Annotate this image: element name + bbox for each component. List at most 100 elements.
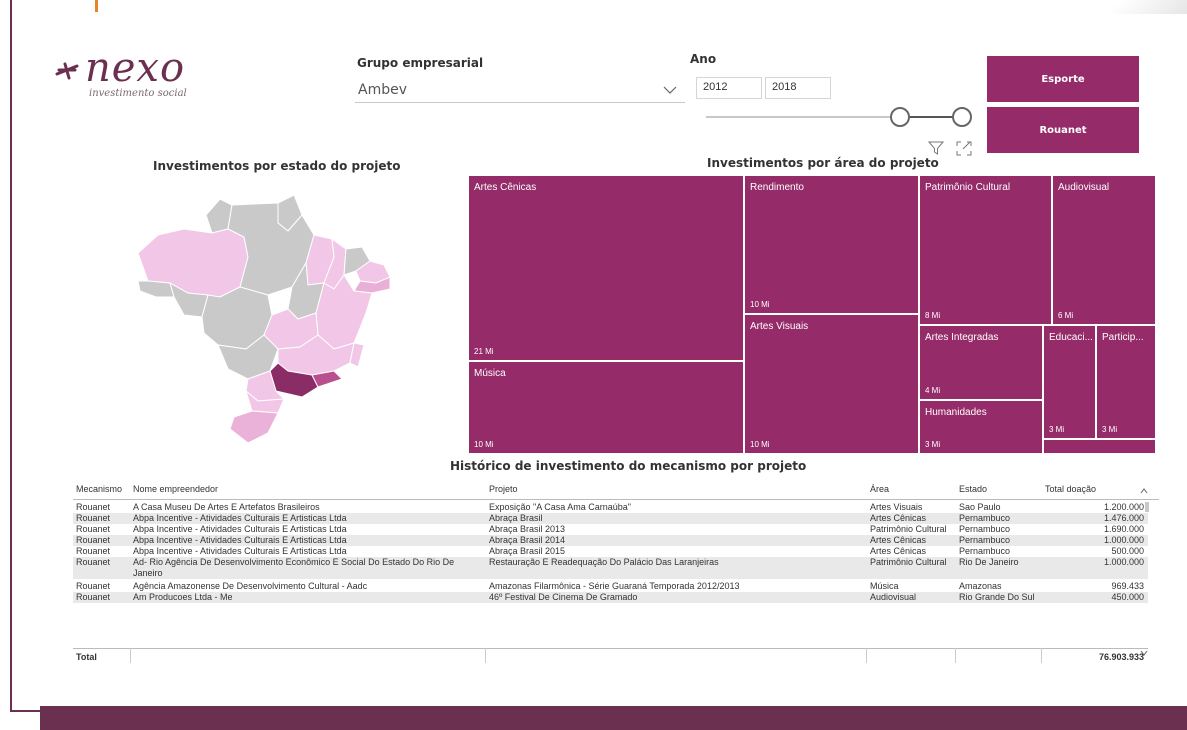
treemap-tile-humanidades[interactable]: Humanidades 3 Mi [920,401,1044,453]
total-divider [130,648,131,663]
top-corner-decoration [1067,0,1187,14]
brazil-state-map[interactable] [128,185,400,445]
treemap-tile-artes-cenicas[interactable]: Artes Cênicas 21 Mi [469,176,745,362]
report-page: nexo investimento social Grupo empresari… [0,0,1187,730]
table-cell: Abpa Incentive - Atividades Culturais E … [133,535,347,545]
table-row[interactable]: Rouanet Agência Amazonense De Desenvolvim… [73,581,1148,592]
table-cell: Artes Visuais [870,502,923,512]
table-row[interactable]: Janeiro [73,568,1148,579]
total-value: 76.903.933 [1098,652,1144,662]
table-cell: Abraça Brasil 2014 [489,535,566,545]
table-cell: Pernambuco [959,546,1011,556]
table-cell: Rouanet [76,524,111,534]
table-scrollbar[interactable] [1145,502,1149,512]
table-cell: Artes Cênicas [870,546,927,556]
table-cell: Abpa Incentive - Atividades Culturais E … [133,513,347,523]
column-header-mecanismo[interactable]: Mecanismo [76,484,122,494]
year-slider-end-handle[interactable] [952,107,972,127]
group-dropdown-value: Ambev [358,81,407,98]
focus-mode-icon[interactable] [956,141,972,156]
table-cell: Rouanet [76,581,111,591]
table-cell: Restauração E Readequação Do Palácio Das… [489,557,719,567]
column-header-nome[interactable]: Nome empreendedor [133,484,218,494]
map-state-rs[interactable] [229,410,279,444]
table-row[interactable]: Rouanet A Casa Museu De Artes E Artefatos… [73,502,1148,513]
table-cell: Exposição "A Casa Ama Carnaúba" [489,502,631,512]
logo-tagline: investimento social [89,88,187,99]
sort-up-icon[interactable] [1140,488,1148,494]
table-cell: Rouanet [76,513,111,523]
treemap-tile-label: Audiovisual [1058,182,1110,193]
treemap-tile-educacao[interactable]: Educaci... 3 Mi [1044,326,1097,440]
group-dropdown[interactable]: Ambev [355,77,685,103]
map-title: Investimentos por estado do projeto [153,159,401,173]
filter-icon[interactable] [928,140,944,156]
year-from-input[interactable]: 2012 [696,77,762,99]
table-cell: 1.000.000 [1103,535,1144,545]
treemap-tile-label: Artes Visuais [750,321,809,332]
treemap-tile-artes-visuais[interactable]: Artes Visuais 10 Mi [745,315,920,453]
treemap-tile-value: 3 Mi [1049,425,1065,434]
treemap-tile-artes-integradas[interactable]: Artes Integradas 4 Mi [920,326,1044,401]
total-divider [1041,648,1042,663]
table-cell: Abpa Incentive - Atividades Culturais E … [133,546,347,556]
table-cell: Rio De Janeiro [959,557,1019,567]
table-cell: Amazonas [959,581,1002,591]
treemap-tile-small[interactable] [1044,440,1155,453]
table-cell: 46º Festival De Cinema De Gramado [489,592,638,602]
table-cell: 1.000.000 [1103,557,1144,567]
table-cell: 1.200.000 [1103,502,1144,512]
treemap-tile-label: Música [474,368,506,379]
treemap-tile-patrimonio-cultural[interactable]: Patrimônio Cultural 8 Mi [920,176,1053,326]
table-cell: 500.000 [1111,546,1144,556]
treemap-tile-participacao[interactable]: Particip... 3 Mi [1097,326,1155,440]
table-cell: Sao Paulo [959,502,1001,512]
total-label: Total [76,652,97,662]
table-cell: Patrimônio Cultural [870,524,947,534]
column-header-projeto[interactable]: Projeto [489,484,518,494]
table-cell: Agência Amazonense De Desenvolvimento Cu… [133,581,368,591]
table-cell: Música [870,581,899,591]
esporte-button[interactable]: Esporte [987,56,1139,102]
treemap-tile-label: Rendimento [750,182,804,193]
table-cell: Abraça Brasil [489,513,543,523]
year-slider-start-handle[interactable] [890,107,910,127]
table-row[interactable]: Rouanet Am Producoes Ltda - Me 46º Festiva… [73,592,1148,603]
map-state-ac[interactable] [137,280,175,298]
column-header-estado[interactable]: Estado [959,484,987,494]
table-cell: Rio Grande Do Sul [959,592,1035,602]
treemap-tile-value: 4 Mi [925,386,941,395]
table-cell: Rouanet [76,535,111,545]
treemap-tile-label: Humanidades [925,407,987,418]
treemap-tile-value: 3 Mi [1102,425,1118,434]
treemap-title: Investimentos por área do projeto [707,156,939,170]
table-cell: Ad- Rio Agência De Desenvolvimento Econô… [133,557,455,567]
table-cell: Rouanet [76,546,111,556]
total-divider [485,648,486,663]
table-row[interactable]: Rouanet Abpa Incentive - Atividades Cultu… [73,535,1148,546]
treemap-tile-musica[interactable]: Música 10 Mi [469,362,745,453]
table-cell: 1.476.000 [1103,513,1144,523]
table-row[interactable]: Rouanet Ad- Rio Agência De Desenvolviment… [73,557,1148,568]
table-cell: Rouanet [76,557,111,567]
table-cell: Rouanet [76,502,111,512]
top-accent-line [95,0,98,12]
treemap-tile-rendimento[interactable]: Rendimento 10 Mi [745,176,920,315]
treemap-tile-audiovisual[interactable]: Audiovisual 6 Mi [1053,176,1155,326]
column-header-area[interactable]: Área [870,484,889,494]
table-row[interactable]: Rouanet Abpa Incentive - Atividades Cultu… [73,513,1148,524]
treemap-tile-value: 10 Mi [750,300,770,309]
treemap-tile-label: Patrimônio Cultural [925,182,1011,193]
table-cell: Patrimônio Cultural [870,557,947,567]
column-header-total[interactable]: Total doação [1045,484,1096,494]
treemap-tile-value: 8 Mi [925,311,941,320]
year-to-input[interactable]: 2018 [765,77,831,99]
total-divider [866,648,867,663]
table-cell: Amazonas Filarmônica - Série Guaraná Tem… [489,581,740,591]
table-row[interactable]: Rouanet Abpa Incentive - Atividades Cultu… [73,546,1148,557]
rouanet-button[interactable]: Rouanet [987,107,1139,153]
table-row[interactable]: Rouanet Abpa Incentive - Atividades Cultu… [73,524,1148,535]
table-cell: Am Producoes Ltda - Me [133,592,233,602]
scroll-down-icon[interactable] [1140,650,1148,656]
treemap-tile-value: 10 Mi [750,440,770,449]
